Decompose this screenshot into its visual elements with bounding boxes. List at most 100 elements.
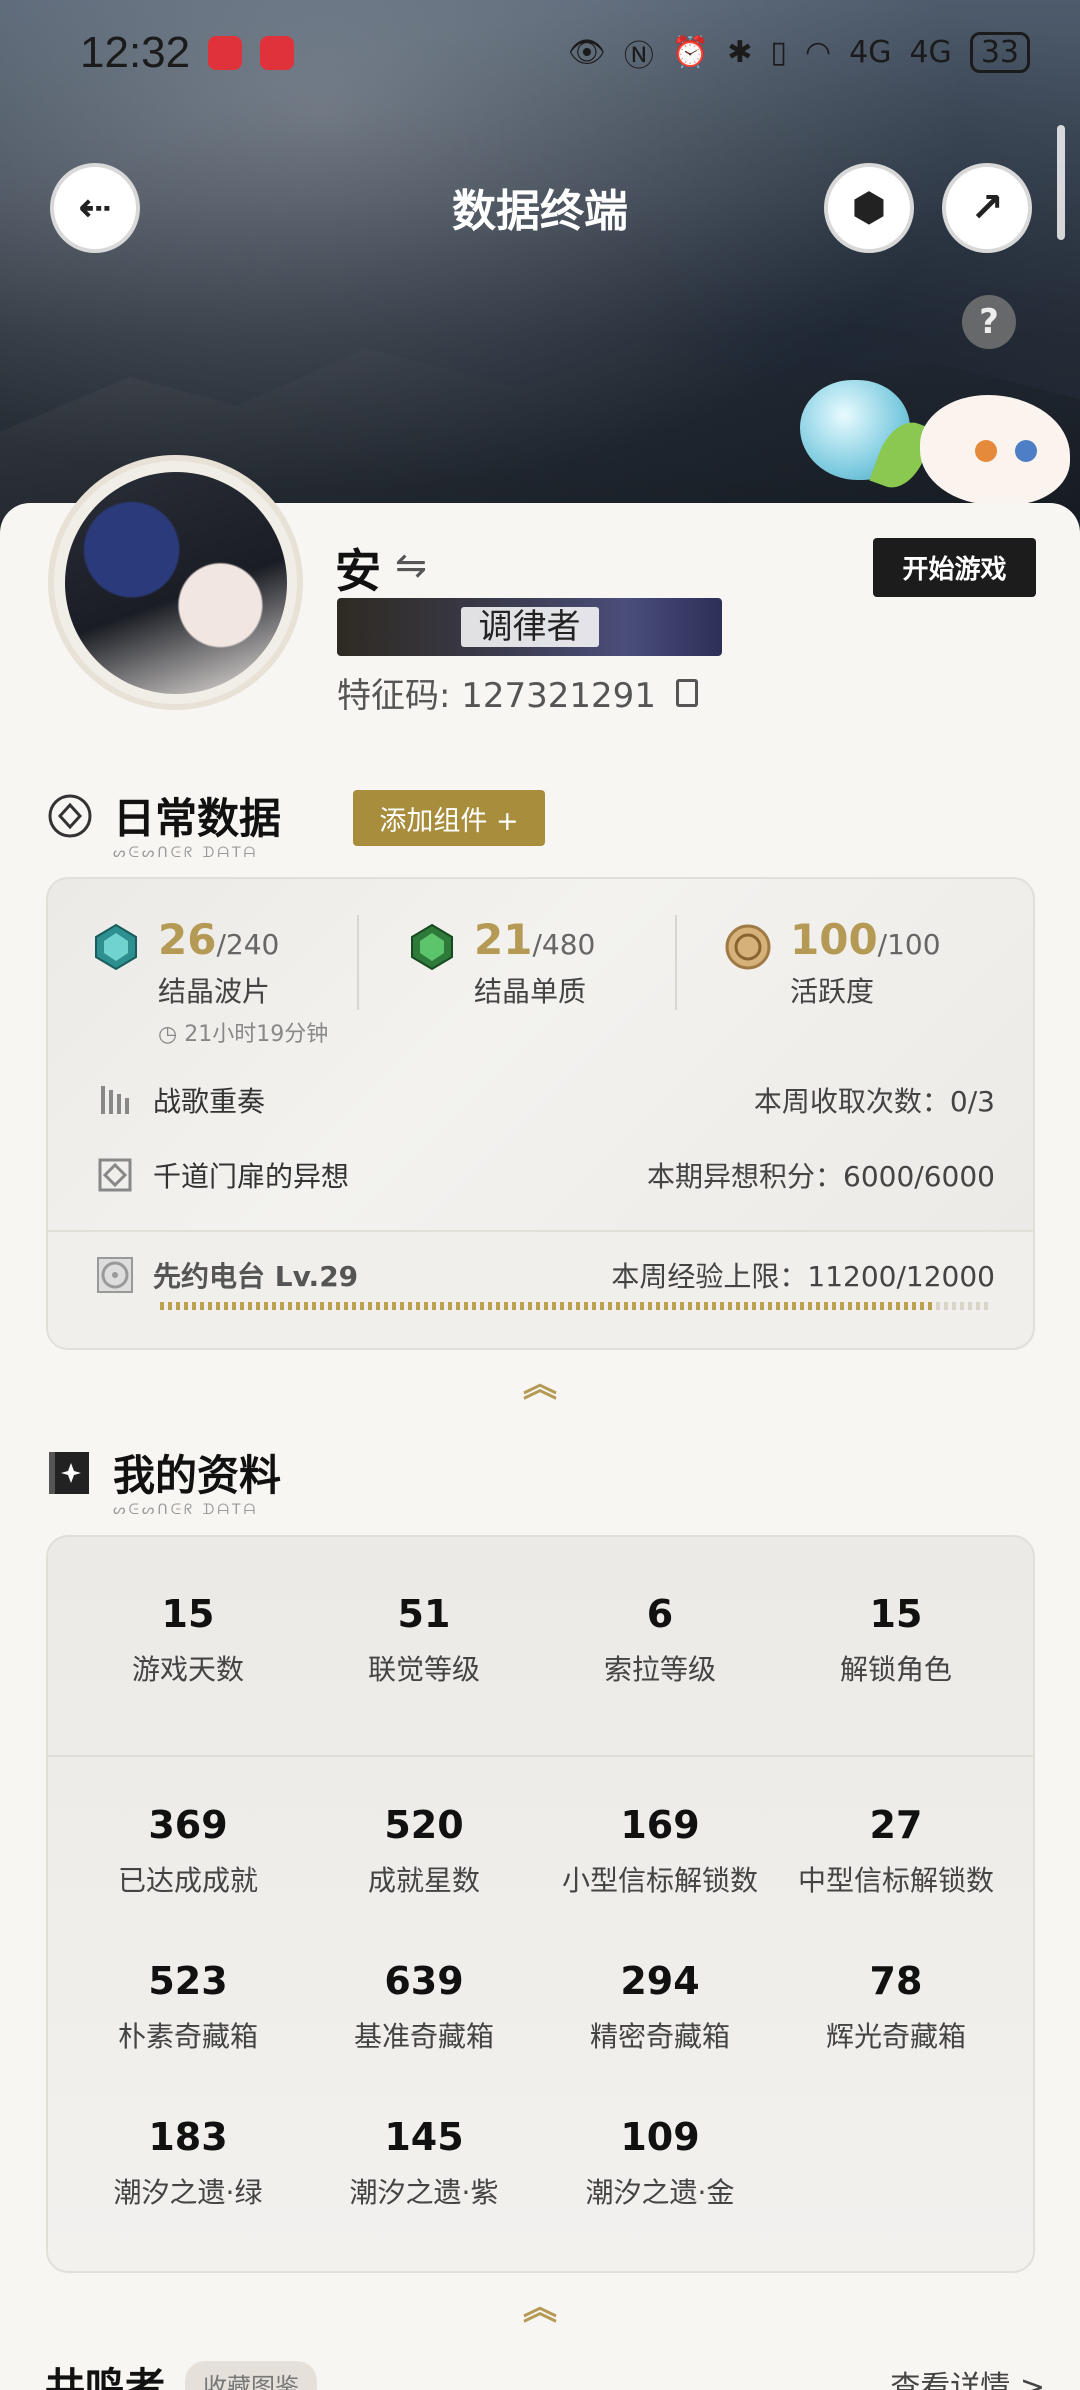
- settings-icon: ⬢: [851, 185, 887, 231]
- profile-stat-label: 潮汐之遗·绿: [113, 2176, 263, 2209]
- eye-icon: 👁: [567, 35, 606, 70]
- player-name: 安: [335, 544, 381, 598]
- status-time: 12:32: [80, 27, 191, 77]
- profile-stat-value: 27: [869, 1803, 923, 1847]
- radio-disc-icon: [97, 1257, 133, 1293]
- row-pioneer-radio: 先约电台 Lv.29 本周经验上限：11200/12000: [95, 1255, 995, 1295]
- bluetooth-icon: ✱: [727, 35, 753, 70]
- activity-label: 活跃度: [790, 975, 875, 1008]
- signal-label-2: 4G: [909, 35, 952, 70]
- solvent-current: 21: [474, 915, 533, 964]
- row-thousand-gates[interactable]: 千道门扉的异想 本期异想积分：6000/6000: [95, 1155, 995, 1195]
- mascot-eye: [1015, 440, 1037, 462]
- collapse-daily-icon[interactable]: ︽: [515, 1357, 565, 1405]
- help-button[interactable]: ?: [962, 295, 1016, 349]
- profile-stat-label: 朴素奇藏箱: [117, 2020, 258, 2053]
- daily-section-header: 日常数据: [45, 785, 281, 846]
- title-badge: 调律者: [337, 598, 722, 656]
- thousand-gates-icon: [98, 1158, 132, 1192]
- view-details-link[interactable]: 查看详情 >: [890, 2362, 1045, 2390]
- profile-stat-value: 169: [620, 1803, 700, 1847]
- profile-stat: 27 中型信标解锁数: [778, 1803, 1014, 1899]
- nfc-icon: Ⓝ: [623, 38, 654, 74]
- avatar: [64, 471, 287, 694]
- profile-stat-label: 联觉等级: [367, 1653, 480, 1686]
- collection-tag[interactable]: 收藏图鉴: [185, 2360, 317, 2390]
- waveplate-current: 26: [158, 915, 217, 964]
- profile-stat-value: 109: [620, 2115, 700, 2159]
- profile-stat: 183 潮汐之遗·绿: [70, 2115, 306, 2211]
- profile-stat: 15 解锁角色: [778, 1592, 1014, 1688]
- scrollbar[interactable]: [1057, 125, 1065, 240]
- profile-stat: 169 小型信标解锁数: [542, 1803, 778, 1899]
- profile-stat-label: 游戏天数: [131, 1653, 244, 1686]
- profile-stat-value: 15: [869, 1592, 923, 1636]
- battle-song-icon: [101, 1086, 129, 1114]
- settings-button[interactable]: ⬢: [824, 163, 914, 253]
- profile-stat-value: 51: [397, 1592, 451, 1636]
- profile-section-title: 我的资料: [113, 1451, 282, 1500]
- wifi-icon: ◠: [804, 35, 832, 70]
- clock-icon: ◷: [158, 1022, 185, 1047]
- copy-icon[interactable]: [675, 678, 698, 707]
- collapse-profile-icon[interactable]: ︽: [515, 2280, 565, 2328]
- alarm-icon: ⏰: [671, 35, 710, 70]
- start-game-button[interactable]: 开始游戏: [873, 538, 1036, 597]
- profile-section-subtitle: ᔕᕮᔕᑎᕮᖇ ᗪᗩTᗩ: [113, 1502, 259, 1518]
- thousand-gates-value: 本期异想积分：6000/6000: [647, 1160, 995, 1193]
- status-bar: 12:32 👁 Ⓝ ⏰ ✱ ▯ ◠ 4G 4G 33: [0, 0, 1080, 105]
- daily-data-icon: [48, 794, 92, 837]
- profile-stat-value: 183: [148, 2115, 228, 2159]
- profile-stat-label: 中型信标解锁数: [797, 1864, 994, 1897]
- title-badge-label: 调律者: [460, 607, 599, 647]
- share-button[interactable]: ↗: [942, 163, 1032, 253]
- share-arrow-icon: ↗: [970, 185, 1004, 231]
- divider: [675, 915, 677, 1010]
- battle-song-label: 战歌重奏: [153, 1085, 266, 1118]
- stat-crystal-solvent[interactable]: 21/480 结晶单质: [408, 915, 595, 1010]
- solvent-label: 结晶单质: [474, 975, 587, 1008]
- profile-section-header: 我的资料: [45, 1442, 281, 1503]
- profile-stat-label: 潮汐之遗·金: [585, 2176, 735, 2209]
- radio-progress-fill: [160, 1302, 936, 1310]
- notification-app-icon: [260, 35, 295, 70]
- profile-stat-value: 369: [148, 1803, 228, 1847]
- activity-max: /100: [877, 928, 941, 961]
- profile-stat: 523 朴素奇藏箱: [70, 1959, 306, 2055]
- profile-book-icon: [49, 1451, 89, 1494]
- activity-coin-icon: [725, 924, 771, 970]
- profile-stat-value: 523: [148, 1959, 228, 2003]
- profile-stat-value: 6: [646, 1592, 674, 1636]
- profile-stat-label: 小型信标解锁数: [561, 1864, 758, 1897]
- radio-label: 先约电台 Lv.29: [153, 1260, 359, 1293]
- profile-stat-label: 精密奇藏箱: [589, 2020, 730, 2053]
- waveplate-gem-icon: [95, 923, 137, 971]
- stat-crystal-waveplate[interactable]: 26/240 结晶波片 ◷ 21小时19分钟: [92, 915, 328, 1048]
- solvent-max: /480: [532, 928, 596, 961]
- status-icons: 👁 Ⓝ ⏰ ✱ ▯ ◠ 4G 4G 33: [568, 31, 1030, 75]
- profile-stat-label: 解锁角色: [839, 1653, 952, 1686]
- signal-label-1: 4G: [849, 35, 892, 70]
- uid-text: 特征码: 127321291: [337, 676, 656, 716]
- profile-stat: 520 成就星数: [306, 1803, 542, 1899]
- vibrate-icon: ▯: [770, 35, 787, 70]
- resonators-header: 共鸣者 收藏图鉴 查看详情 >: [45, 2355, 1045, 2390]
- avatar-frame[interactable]: [48, 455, 303, 710]
- profile-stat-value: 145: [384, 2115, 464, 2159]
- waveplate-timer: 21小时19分钟: [184, 1022, 329, 1047]
- row-battle-song[interactable]: 战歌重奏 本周收取次数：0/3: [95, 1080, 995, 1120]
- question-icon: ?: [979, 302, 999, 342]
- add-widget-button[interactable]: 添加组件 +: [353, 790, 545, 846]
- switch-account-icon[interactable]: ⇋: [395, 543, 427, 587]
- profile-stat: 109 潮汐之遗·金: [542, 2115, 778, 2211]
- uid-line: 特征码: 127321291: [337, 668, 698, 717]
- profile-stat: 369 已达成成就: [70, 1803, 306, 1899]
- page-title: 数据终端: [452, 186, 628, 237]
- solvent-gem-icon: [411, 923, 453, 971]
- battle-song-value: 本周收取次数：0/3: [753, 1085, 995, 1118]
- profile-stat-label: 索拉等级: [603, 1653, 716, 1686]
- radio-value: 本周经验上限：11200/12000: [611, 1260, 995, 1293]
- profile-stat: 15 游戏天数: [70, 1592, 306, 1688]
- daily-section-title: 日常数据: [113, 794, 282, 843]
- stat-activity[interactable]: 100/100 活跃度: [724, 915, 941, 1010]
